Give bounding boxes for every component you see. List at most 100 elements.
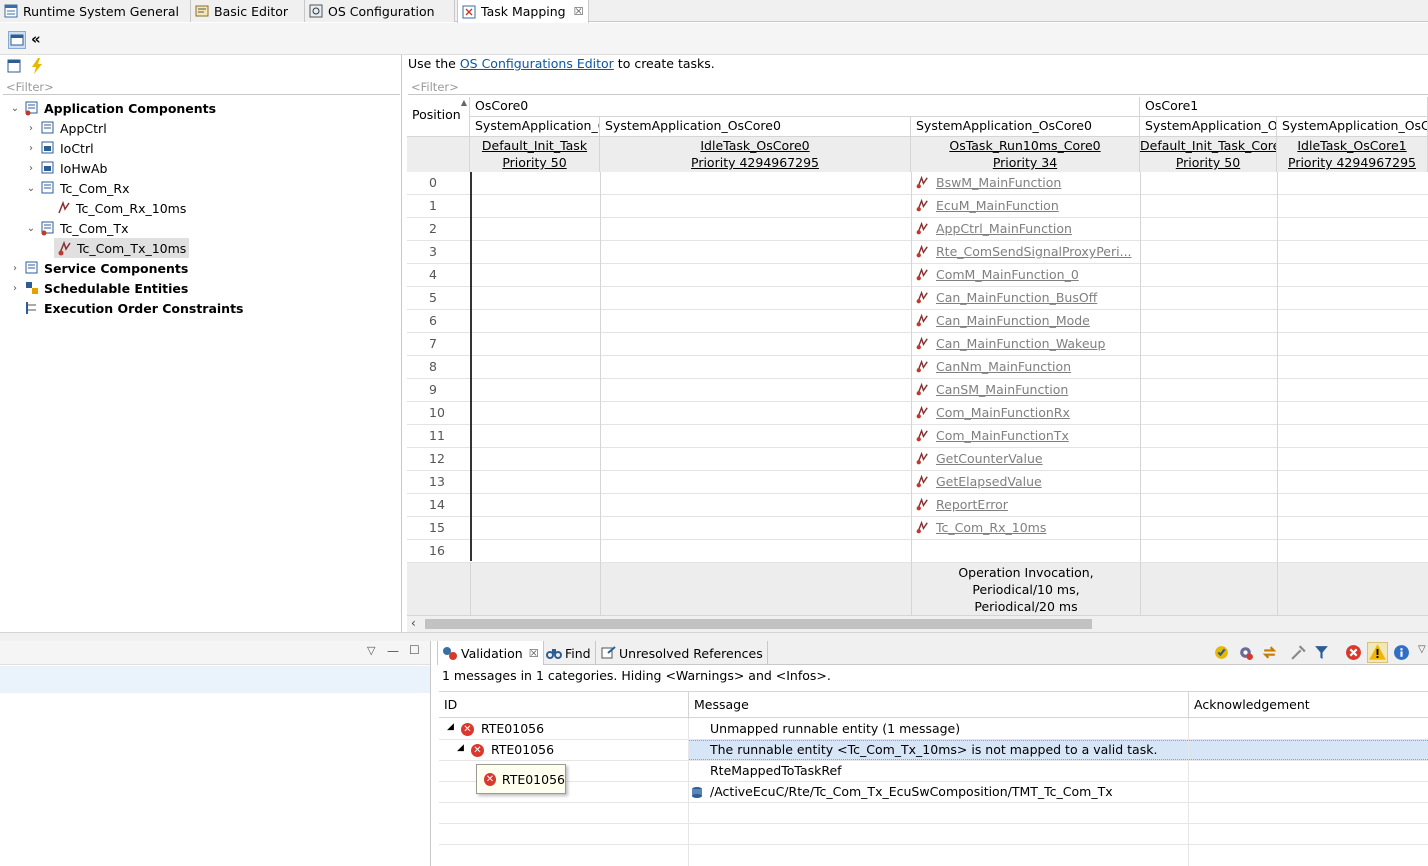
tree-item-tc-com-rx[interactable]: ⌄ Tc_Com_Rx: [26, 178, 130, 198]
task-header-default-init[interactable]: Default_Init_Task Priority 50: [470, 137, 600, 172]
info-icon[interactable]: [1393, 644, 1410, 661]
tree-item-tc-com-tx-10ms[interactable]: Tc_Com_Tx_10ms: [54, 238, 190, 258]
position-column-header[interactable]: Position ▲: [407, 97, 470, 137]
collapse-icon[interactable]: «: [31, 30, 41, 48]
tab-validation[interactable]: Validation ☒: [437, 641, 544, 665]
chevron-right-icon[interactable]: ›: [26, 123, 36, 134]
runnable-label: BswM_MainFunction: [936, 175, 1062, 190]
runnable-entry[interactable]: Tc_Com_Rx_10ms: [912, 520, 1140, 535]
runnable-entry[interactable]: Com_MainFunctionTx: [912, 428, 1140, 443]
tree-item-appctrl[interactable]: › AppCtrl: [26, 118, 107, 138]
show-warnings-button[interactable]: [1367, 642, 1388, 663]
runnable-entry[interactable]: GetElapsedValue: [912, 474, 1140, 489]
validation-row[interactable]: RteMappedToTaskRef: [439, 761, 1428, 782]
chevron-right-icon[interactable]: ›: [26, 163, 36, 174]
tree-item-tc-com-rx-10ms[interactable]: Tc_Com_Rx_10ms: [56, 198, 186, 218]
tree-item-execution-order[interactable]: Execution Order Constraints: [24, 298, 244, 318]
chevron-down-icon[interactable]: ⌄: [26, 183, 36, 194]
task-header-default-init-core1[interactable]: Default_Init_Task_Core1 Priority 50: [1140, 137, 1277, 172]
runnable-label: GetElapsedValue: [936, 474, 1042, 489]
chevron-down-icon[interactable]: ⌄: [10, 103, 20, 114]
view-menu-icon[interactable]: ▽: [1418, 644, 1426, 655]
maximize-icon[interactable]: ☐: [409, 643, 420, 657]
scrollbar-thumb[interactable]: [425, 619, 1092, 629]
runnable-entry[interactable]: CanNm_MainFunction: [912, 359, 1140, 374]
task-header-ostask-run10ms[interactable]: OsTask_Run10ms_Core0 Priority 34: [911, 137, 1140, 172]
clear-filter-icon[interactable]: [1290, 644, 1307, 661]
position-number: 13: [429, 474, 445, 489]
runnable-entry[interactable]: Can_MainFunction_Mode: [912, 313, 1140, 328]
runnable-label: GetCounterValue: [936, 451, 1043, 466]
chevron-right-icon[interactable]: ›: [10, 283, 20, 294]
task-header-idle-core0[interactable]: IdleTask_OsCore0 Priority 4294967295: [600, 137, 911, 172]
grid-row: 16: [407, 540, 1428, 563]
task-name: Default_Init_Task_Core1: [1140, 138, 1277, 153]
expand-icon[interactable]: ◢: [447, 722, 454, 732]
tree-item-schedulable-entities[interactable]: › Schedulable Entities: [10, 278, 188, 298]
close-icon[interactable]: ☒: [574, 5, 584, 18]
tree-item-application-components[interactable]: ⌄ Application Components: [10, 98, 216, 118]
tab-label: Find: [565, 645, 591, 661]
settings-gear-icon[interactable]: [1237, 644, 1254, 661]
runnable-entry[interactable]: Rte_ComSendSignalProxyPeri...: [912, 244, 1140, 259]
runnable-entry[interactable]: ComM_MainFunction_0: [912, 267, 1140, 282]
position-number: 16: [429, 543, 445, 558]
task-header-idle-core1[interactable]: IdleTask_OsCore1 Priority 4294967295: [1277, 137, 1428, 172]
position-number: 10: [429, 405, 445, 420]
column-divider: [1140, 563, 1141, 615]
validation-row[interactable]: /ActiveEcuC/Rte/Tc_Com_Tx_EcuSwCompositi…: [439, 782, 1428, 803]
window-icon[interactable]: [6, 58, 22, 74]
runnable-entry[interactable]: AppCtrl_MainFunction: [912, 221, 1140, 236]
sync-icon[interactable]: [1261, 644, 1278, 661]
panel-sash[interactable]: [0, 632, 1428, 641]
close-icon[interactable]: ☒: [529, 647, 539, 660]
position-number: 1: [429, 198, 437, 213]
lightning-icon[interactable]: [30, 58, 44, 74]
tree-item-service-components[interactable]: › Service Components: [10, 258, 188, 278]
tab-os-configuration[interactable]: OS Configuration: [305, 0, 455, 22]
os-config-editor-link[interactable]: OS Configurations Editor: [460, 56, 614, 71]
grid-row: 4 ComM_MainFunction_0: [407, 264, 1428, 287]
tab-basic-editor[interactable]: Basic Editor: [191, 0, 305, 22]
validate-all-icon[interactable]: [1213, 644, 1230, 661]
column-header-message[interactable]: Message: [694, 697, 749, 712]
column-header-acknowledgement[interactable]: Acknowledgement: [1194, 697, 1310, 712]
validation-row[interactable]: ◢ ✕ RTE01056 Unmapped runnable entity (1…: [439, 719, 1428, 740]
grid-filter-input[interactable]: <Filter>: [408, 80, 1428, 95]
view-menu-icon[interactable]: ▽: [367, 644, 375, 657]
filter-icon[interactable]: [1313, 644, 1330, 661]
column-header-id[interactable]: ID: [444, 697, 457, 712]
show-errors-icon[interactable]: [1345, 644, 1362, 661]
tab-unresolved-references[interactable]: Unresolved References: [596, 641, 768, 665]
tab-find[interactable]: Find: [542, 641, 596, 665]
tab-runtime-system-general[interactable]: Runtime System General: [0, 0, 191, 22]
position-number: 2: [429, 221, 437, 236]
runnable-entry[interactable]: Can_MainFunction_Wakeup: [912, 336, 1140, 351]
chevron-right-icon[interactable]: ›: [10, 263, 20, 274]
scroll-left-icon[interactable]: ‹: [411, 616, 416, 630]
tree-label: AppCtrl: [60, 120, 107, 136]
expand-icon[interactable]: ◢: [457, 743, 464, 753]
runnable-label: EcuM_MainFunction: [936, 198, 1059, 213]
horizontal-scrollbar[interactable]: ‹: [407, 615, 1428, 632]
runnable-entry[interactable]: BswM_MainFunction: [912, 175, 1140, 190]
validation-row[interactable]: ◢ ✕ RTE01056 The runnable entity <Tc_Com…: [439, 740, 1428, 761]
minimize-icon[interactable]: —: [387, 644, 399, 658]
tree-item-iohwab[interactable]: › IoHwAb: [26, 158, 107, 178]
component-error-icon: [41, 221, 54, 236]
tree-item-ioctrl[interactable]: › IoCtrl: [26, 138, 94, 158]
component-folder-icon: [25, 101, 38, 116]
tree-item-tc-com-tx[interactable]: ⌄ Tc_Com_Tx: [26, 218, 128, 238]
runnable-entry[interactable]: Can_MainFunction_BusOff: [912, 290, 1140, 305]
layout-toggle-button[interactable]: [8, 31, 26, 49]
runnable-entry[interactable]: GetCounterValue: [912, 451, 1140, 466]
runnable-entry[interactable]: CanSM_MainFunction: [912, 382, 1140, 397]
runnable-entry[interactable]: Com_MainFunctionRx: [912, 405, 1140, 420]
chevron-right-icon[interactable]: ›: [26, 143, 36, 154]
tree-filter-input[interactable]: <Filter>: [3, 80, 400, 95]
runnable-entry[interactable]: ReportError: [912, 497, 1140, 512]
tab-task-mapping[interactable]: Task Mapping ☒: [457, 0, 589, 23]
chevron-down-icon[interactable]: ⌄: [26, 223, 36, 234]
column-divider: [600, 172, 601, 615]
runnable-entry[interactable]: EcuM_MainFunction: [912, 198, 1140, 213]
